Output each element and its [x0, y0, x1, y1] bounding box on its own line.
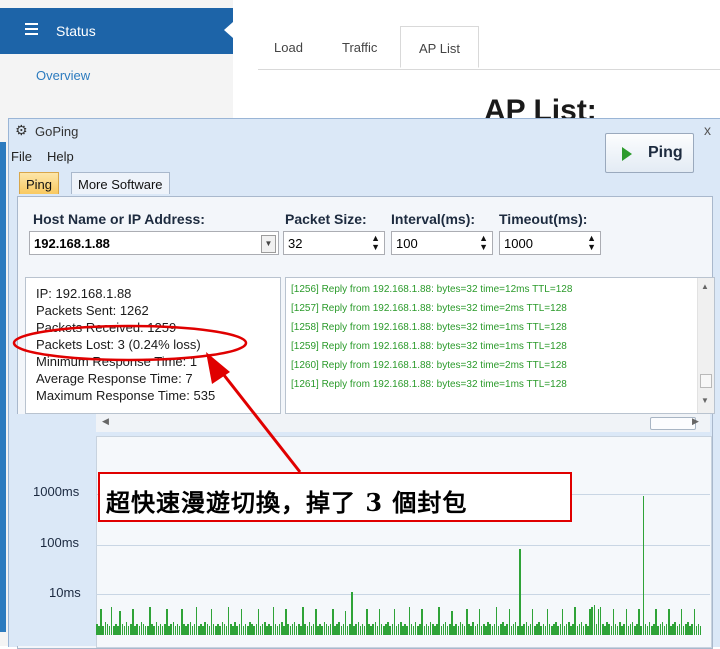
log-line: [1257] Reply from 192.168.1.88: bytes=32…: [291, 303, 567, 314]
host-label: Host Name or IP Address:: [33, 211, 205, 227]
window-title: GoPing: [35, 124, 79, 139]
spin-arrows-icon[interactable]: ▲ ▼: [479, 234, 488, 252]
ping-button[interactable]: Ping: [605, 133, 694, 173]
log-line: [1258] Reply from 192.168.1.88: bytes=32…: [291, 322, 567, 333]
host-combobox[interactable]: 192.168.1.88 ▼: [29, 231, 279, 255]
router-status-menu[interactable]: Status: [0, 8, 233, 54]
log-line: [1261] Reply from 192.168.1.88: bytes=32…: [291, 379, 567, 390]
tab-more-software[interactable]: More Software: [71, 172, 170, 194]
interval-value: 100: [396, 236, 418, 251]
annotation-callout: 超快速漫遊切換，掉了 3 個封包: [98, 472, 572, 522]
chevron-down-icon[interactable]: ▼: [261, 235, 276, 253]
tab-ping[interactable]: Ping: [19, 172, 60, 194]
spin-arrows-icon[interactable]: ▲ ▼: [371, 234, 380, 252]
timeout-label: Timeout(ms):: [499, 211, 588, 227]
callout-text: 超快速漫遊切換，掉了 3 個封包: [106, 488, 468, 517]
menu-help[interactable]: Help: [47, 149, 74, 164]
reply-log[interactable]: [1256] Reply from 192.168.1.88: bytes=32…: [285, 277, 715, 414]
stat-max-response: Maximum Response Time: 535: [36, 388, 216, 403]
tab-load[interactable]: Load: [274, 40, 303, 55]
stat-packets-received: Packets Received: 1259: [36, 320, 177, 335]
play-icon: [622, 147, 632, 161]
latency-bar: [699, 626, 702, 635]
timeout-value: 1000: [504, 236, 533, 251]
scroll-down-icon[interactable]: ▼: [701, 396, 709, 405]
interval-label: Interval(ms):: [391, 211, 476, 227]
ping-button-label: Ping: [648, 144, 683, 161]
packet-size-label: Packet Size:: [285, 211, 367, 227]
ap-list-heading: AP List:: [484, 94, 597, 118]
stat-packets-sent: Packets Sent: 1262: [36, 303, 149, 318]
packet-size-value: 32: [288, 236, 303, 251]
host-value: 192.168.1.88: [34, 236, 110, 251]
stat-min-response: Minimum Response Time: 1: [36, 354, 198, 369]
latency-bar: [519, 549, 521, 635]
stat-packets-lost: Packets Lost: 3 (0.24% loss): [36, 337, 201, 352]
close-icon[interactable]: x: [704, 122, 711, 138]
log-scrollbar[interactable]: ▲ ▼: [697, 278, 714, 413]
menu-file[interactable]: File: [11, 149, 32, 164]
stats-panel: IP: 192.168.1.88 Packets Sent: 1262 Pack…: [25, 277, 281, 414]
collapse-arrow-icon[interactable]: [224, 22, 233, 38]
log-line: [1259] Reply from 192.168.1.88: bytes=32…: [291, 341, 567, 352]
log-line: [1256] Reply from 192.168.1.88: bytes=32…: [291, 284, 573, 295]
tab-ap-list[interactable]: AP List: [400, 26, 479, 68]
menu-icon: [25, 23, 38, 35]
router-tabbar: Load Traffic AP List: [258, 26, 720, 70]
latency-bars: [96, 420, 702, 635]
spin-arrows-icon[interactable]: ▲ ▼: [587, 234, 596, 252]
log-line: [1260] Reply from 192.168.1.88: bytes=32…: [291, 360, 567, 371]
latency-bar: [642, 496, 644, 635]
status-label: Status: [56, 23, 96, 39]
goping-app-icon: ⚙: [15, 123, 28, 139]
ylabel-100ms: 100ms: [40, 535, 80, 550]
router-sidebar-edge: [0, 142, 6, 632]
ylabel-10ms: 10ms: [49, 585, 81, 600]
stat-avg-response: Average Response Time: 7: [36, 371, 193, 386]
tab-traffic[interactable]: Traffic: [342, 40, 377, 55]
packet-size-stepper[interactable]: 32 ▲ ▼: [283, 231, 385, 255]
interval-stepper[interactable]: 100 ▲ ▼: [391, 231, 493, 255]
overview-link[interactable]: Overview: [36, 68, 90, 83]
scroll-thumb[interactable]: [700, 374, 712, 388]
ylabel-1000ms: 1000ms: [33, 484, 80, 499]
scroll-up-icon[interactable]: ▲: [701, 282, 709, 291]
stat-ip: IP: 192.168.1.88: [36, 286, 132, 301]
timeout-stepper[interactable]: 1000 ▲ ▼: [499, 231, 601, 255]
